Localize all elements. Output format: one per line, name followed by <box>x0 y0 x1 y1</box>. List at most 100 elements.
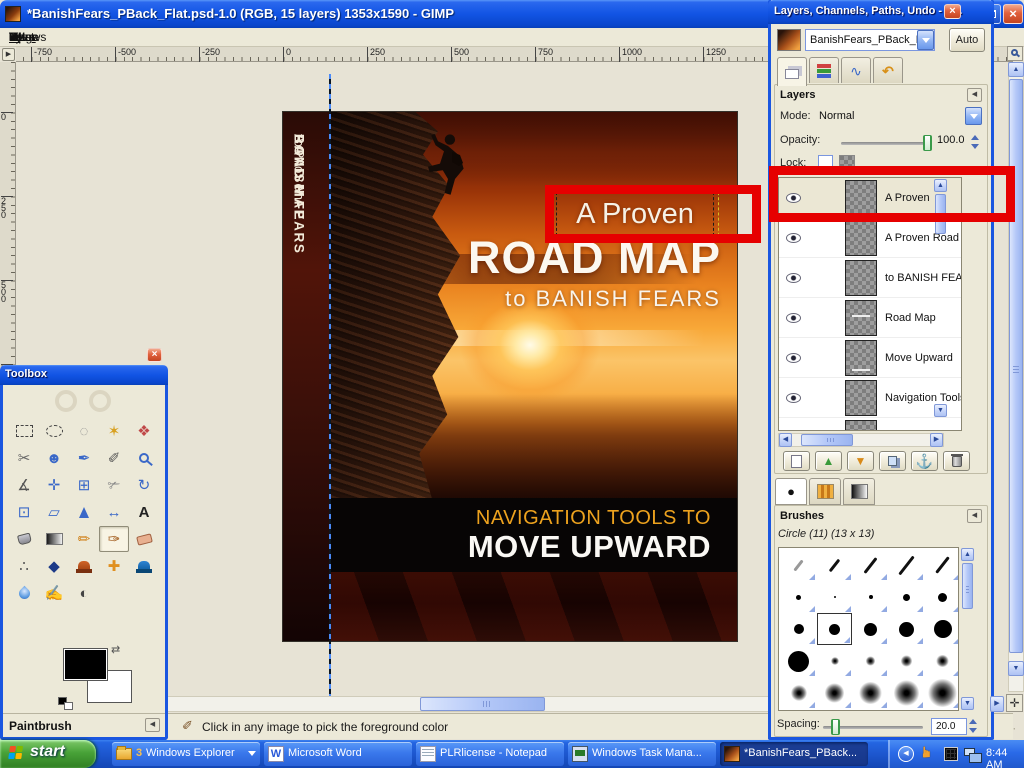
brush-cell[interactable] <box>781 645 816 677</box>
brush-cell[interactable] <box>853 645 888 677</box>
brush-cell[interactable] <box>889 645 924 677</box>
taskbar-button-taskmgr[interactable]: Windows Task Mana... <box>568 742 716 766</box>
brush-cell[interactable] <box>781 677 816 709</box>
new-layer-button[interactable] <box>783 451 810 471</box>
brush-cell[interactable] <box>781 581 816 613</box>
taskbar-button-notepad[interactable]: PLRlicense - Notepad <box>416 742 564 766</box>
select-by-color-tool[interactable]: ❖ <box>129 418 159 444</box>
gradient-tool[interactable] <box>39 526 69 552</box>
color-picker-tool[interactable]: ✐ <box>99 445 129 471</box>
reset-colors-icon[interactable] <box>58 697 74 710</box>
toolbox-title-bar[interactable]: Toolbox × <box>0 365 168 385</box>
perspective-tool[interactable] <box>69 499 99 525</box>
brush-cell[interactable] <box>889 549 924 581</box>
network-tray-icon[interactable] <box>964 748 975 756</box>
menu-help[interactable]: Help <box>0 28 34 46</box>
brush-cell[interactable] <box>817 581 852 613</box>
scissors-tool[interactable]: ✂ <box>9 445 39 471</box>
tab-patterns[interactable] <box>809 478 841 505</box>
spacing-value[interactable]: 20.0 <box>931 718 967 735</box>
brush-cell[interactable] <box>889 677 924 709</box>
brush-cell[interactable] <box>853 549 888 581</box>
visibility-eye-icon[interactable] <box>786 273 801 283</box>
opacity-slider-thumb[interactable] <box>923 135 932 151</box>
dodge-burn-tool[interactable]: ◐ <box>69 580 99 606</box>
delete-layer-button[interactable] <box>943 451 970 471</box>
collapse-button[interactable]: ◀ <box>967 88 982 102</box>
shear-tool[interactable]: ▱ <box>39 499 69 525</box>
taskbar-button-gimp[interactable]: *BanishFears_PBack... <box>720 742 868 766</box>
brush-cell[interactable] <box>817 645 852 677</box>
taskbar-button-folder[interactable]: Windows Explorer3 <box>112 742 260 766</box>
toolbox-close-button[interactable]: × <box>147 348 162 362</box>
rect-select-tool[interactable] <box>9 418 39 444</box>
tab-undo-history[interactable]: ↶ <box>873 57 903 83</box>
screen-grid-tray-icon[interactable] <box>944 747 958 761</box>
rotate-tool[interactable]: ↻ <box>129 472 159 498</box>
tab-gradients[interactable] <box>843 478 875 505</box>
spacing-spinner[interactable] <box>969 717 978 735</box>
layer-row[interactable]: Road Map <box>779 298 961 338</box>
layer-thumbnail[interactable] <box>845 300 877 336</box>
paintbrush-tool[interactable]: ✑ <box>99 526 129 552</box>
text-tool[interactable]: A <box>129 499 159 525</box>
scroll-down-arrow[interactable]: ▼ <box>934 404 947 417</box>
ink-tool[interactable]: ◆ <box>39 553 69 579</box>
dock-close-button[interactable]: × <box>944 4 961 19</box>
paths-tool[interactable]: ✒ <box>69 445 99 471</box>
hand-tray-icon[interactable]: ☛ <box>918 745 936 758</box>
brush-cell[interactable] <box>925 549 959 581</box>
zoom-fit-window-button[interactable] <box>1007 46 1023 61</box>
layer-thumbnail[interactable] <box>845 420 877 431</box>
brush-cell[interactable] <box>925 581 959 613</box>
brush-cell[interactable] <box>853 613 888 645</box>
blur-sharpen-tool[interactable] <box>9 580 39 606</box>
smudge-tool[interactable]: ✍ <box>39 580 69 606</box>
layer-row[interactable] <box>779 418 961 431</box>
heal-tool[interactable]: ✚ <box>99 553 129 579</box>
layer-thumbnail[interactable] <box>845 220 877 256</box>
tab-channels[interactable] <box>809 57 839 83</box>
tab-brushes[interactable]: ● <box>775 478 807 505</box>
opacity-spinner[interactable] <box>971 133 980 151</box>
zoom-tool[interactable] <box>129 445 159 471</box>
taskbar-button-word[interactable]: WMicrosoft Word <box>264 742 412 766</box>
move-tool[interactable]: ✛ <box>39 472 69 498</box>
brush-cell[interactable] <box>817 677 852 709</box>
brush-cell[interactable] <box>853 581 888 613</box>
brush-cell[interactable] <box>781 549 816 581</box>
align-tool[interactable]: ⊞ <box>69 472 99 498</box>
spacing-slider-thumb[interactable] <box>831 719 840 735</box>
scroll-right-arrow[interactable]: ▶ <box>930 433 943 447</box>
scroll-up-arrow[interactable]: ▲ <box>1008 62 1024 77</box>
swap-colors-icon[interactable]: ⇄ <box>111 643 120 656</box>
duplicate-layer-button[interactable] <box>879 451 906 471</box>
ellipse-select-tool[interactable] <box>39 418 69 444</box>
brush-cell[interactable] <box>817 613 852 645</box>
opacity-value[interactable]: 100.0 <box>937 134 965 146</box>
brush-cell[interactable] <box>889 613 924 645</box>
visibility-eye-icon[interactable] <box>786 233 801 243</box>
clone-tool[interactable] <box>69 553 99 579</box>
fuzzy-select-tool[interactable]: ✶ <box>99 418 129 444</box>
visibility-eye-icon[interactable] <box>786 313 801 323</box>
brush-cell[interactable] <box>925 677 959 709</box>
mode-value[interactable]: Normal <box>819 110 854 122</box>
brush-cell[interactable] <box>781 613 816 645</box>
auto-button[interactable]: Auto <box>949 28 985 52</box>
guide-line[interactable] <box>329 74 331 707</box>
tab-layers[interactable] <box>777 57 807 86</box>
scroll-up-arrow[interactable]: ▲ <box>961 548 974 561</box>
opacity-slider-track[interactable] <box>841 142 929 145</box>
eraser-tool[interactable] <box>129 526 159 552</box>
scale-tool[interactable]: ⊡ <box>9 499 39 525</box>
perspective-clone-tool[interactable] <box>129 553 159 579</box>
free-select-tool[interactable]: ◌ <box>69 418 99 444</box>
lower-layer-button[interactable]: ▼ <box>847 451 874 471</box>
foreground-select-tool[interactable]: ☻ <box>39 445 69 471</box>
layer-thumbnail[interactable] <box>845 260 877 296</box>
canvas-menu-button[interactable]: ▶ <box>2 48 15 61</box>
brush-cell[interactable] <box>925 613 959 645</box>
brush-cell[interactable] <box>817 549 852 581</box>
brush-cell[interactable] <box>853 677 888 709</box>
